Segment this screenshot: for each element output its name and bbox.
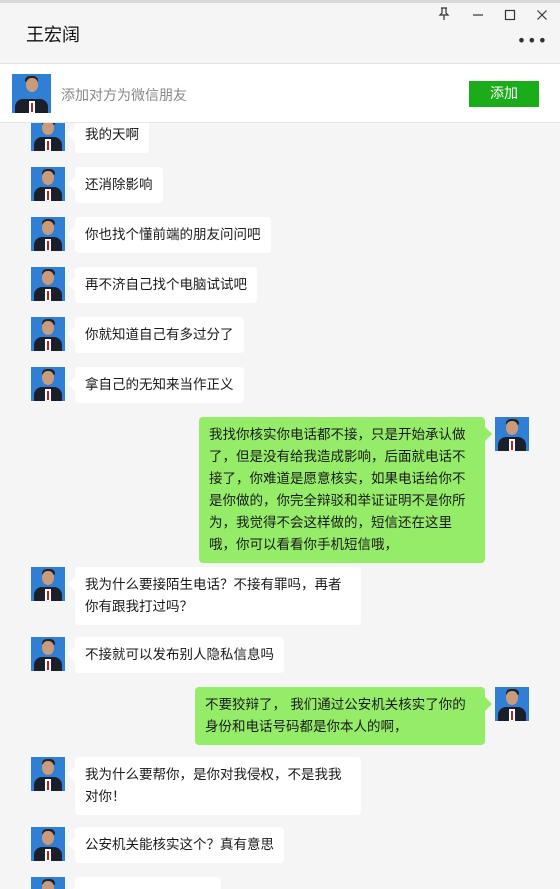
message-bubble: 我为什么要接陌生电话？不接有罪吗，再者你有跟我打过吗？ [75, 567, 361, 625]
contact-avatar[interactable] [31, 757, 65, 791]
message-bubble: 我为什么要帮你，是你对我侵权，不是我我对你！ [75, 757, 361, 815]
message-bubble: 拿自己的无知来当作正义 [75, 367, 244, 403]
message-list[interactable]: 我的天啊 还消除影响 你也找个懂前端的朋友问问吧 再不济自己找个电脑试试吧 你就… [0, 123, 560, 889]
minimize-icon[interactable] [466, 7, 490, 27]
message-bubble: 不接就可以发布别人隐私信息吗 [75, 637, 284, 673]
contact-avatar[interactable] [31, 217, 65, 251]
contact-avatar[interactable] [31, 877, 65, 889]
add-friend-button[interactable]: 添加 [469, 81, 539, 107]
maximize-icon[interactable] [498, 7, 522, 27]
contact-avatar[interactable] [31, 317, 65, 351]
contact-avatar[interactable] [31, 827, 65, 861]
contact-avatar[interactable] [12, 74, 51, 113]
close-icon[interactable] [530, 7, 554, 27]
pin-icon[interactable] [432, 7, 456, 27]
add-friend-bar: 添加对方为微信朋友 添加 [0, 64, 560, 123]
contact-avatar[interactable] [31, 567, 65, 601]
my-avatar[interactable] [495, 417, 529, 451]
message-bubble [75, 877, 221, 889]
more-options-icon[interactable]: ••• [517, 31, 548, 50]
message-bubble: 公安机关能核实这个？真有意思 [75, 827, 284, 863]
message-bubble: 我找你核实你电话都不接，只是开始承认做了，但是没有给我造成影响，后面就电话不接了… [199, 417, 485, 563]
message-bubble: 再不济自己找个电脑试试吧 [75, 267, 257, 303]
contact-avatar[interactable] [31, 167, 65, 201]
contact-avatar[interactable] [31, 267, 65, 301]
message-bubble: 你就知道自己有多过分了 [75, 317, 244, 353]
chat-header: 王宏阔 ••• [0, 3, 560, 64]
my-avatar[interactable] [495, 687, 529, 721]
message-bubble: 你也找个懂前端的朋友问问吧 [75, 217, 271, 253]
message-bubble: 我的天啊 [75, 123, 149, 153]
contact-avatar[interactable] [31, 637, 65, 671]
chat-title: 王宏阔 [26, 25, 80, 46]
add-friend-prompt: 添加对方为微信朋友 [61, 88, 187, 104]
contact-avatar[interactable] [31, 367, 65, 401]
message-bubble: 不要狡辩了， 我们通过公安机关核实了你的身份和电话号码都是你本人的啊， [195, 687, 485, 745]
contact-avatar[interactable] [31, 123, 65, 151]
message-bubble: 还消除影响 [75, 167, 163, 203]
